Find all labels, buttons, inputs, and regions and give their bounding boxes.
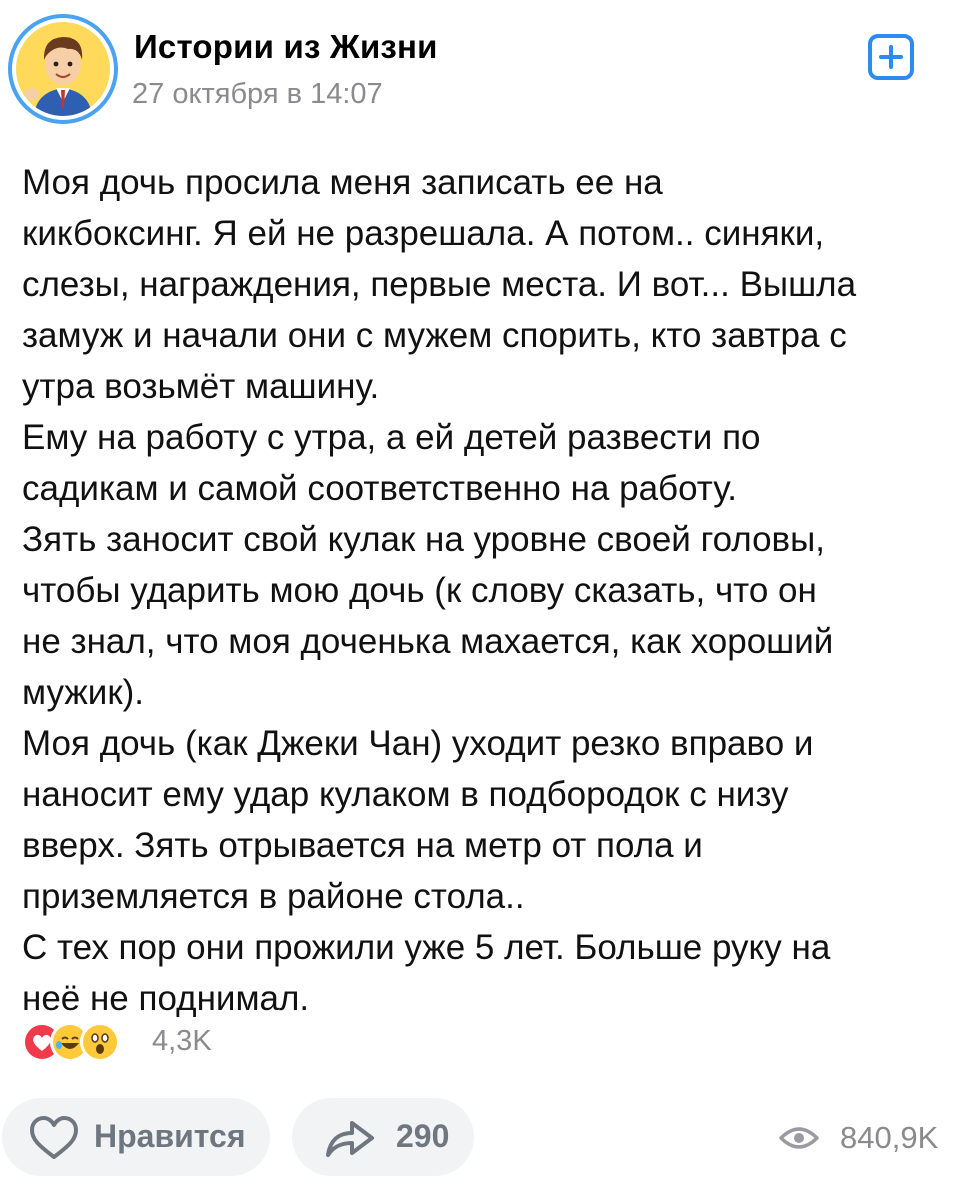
like-label: Нравится — [94, 1118, 246, 1154]
avatar-image — [16, 22, 110, 116]
post-timestamp: 27 октября в 14:07 — [132, 78, 383, 110]
subscribe-button[interactable] — [868, 34, 914, 80]
surprised-face-icon — [80, 1022, 120, 1062]
like-button[interactable]: Нравится — [2, 1098, 270, 1176]
plus-icon — [879, 45, 903, 69]
share-button[interactable]: 290 — [292, 1098, 474, 1176]
views-counter: 840,9K — [778, 1118, 948, 1158]
author-name[interactable]: Истории из Жизни — [134, 28, 438, 66]
share-arrow-icon — [326, 1121, 374, 1157]
post-text: Моя дочь просила меня записать ее на кик… — [22, 163, 857, 1018]
views-count: 840,9K — [840, 1120, 939, 1155]
avatar[interactable] — [8, 14, 118, 124]
post-card: Истории из Жизни 27 октября в 14:07 Моя … — [0, 0, 959, 1200]
reactions-count: 4,3K — [152, 1025, 212, 1057]
heart-outline-icon — [30, 1116, 78, 1159]
share-count: 290 — [396, 1118, 450, 1154]
eye-icon — [779, 1127, 819, 1149]
